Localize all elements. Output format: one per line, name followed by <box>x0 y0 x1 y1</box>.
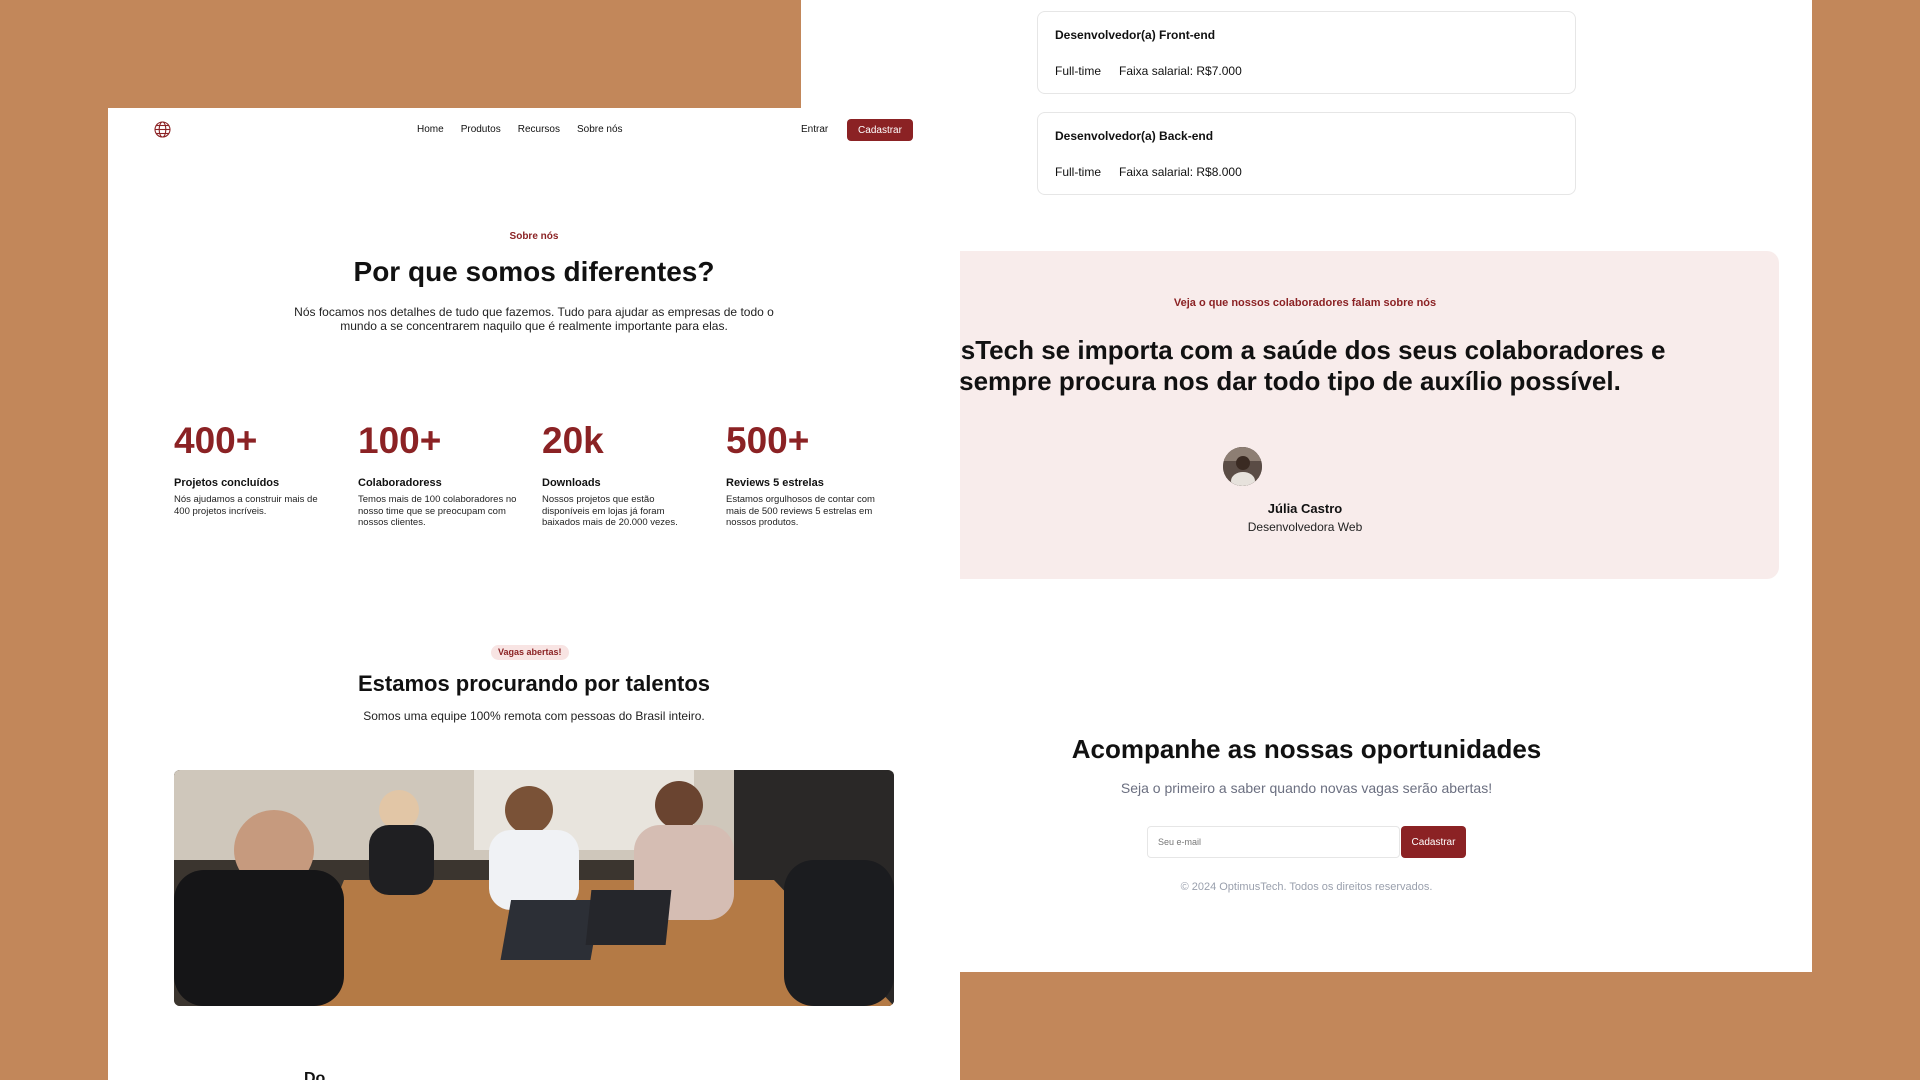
email-field[interactable] <box>1147 826 1400 858</box>
talent-title: Estamos procurando por talentos <box>357 671 711 696</box>
globe-icon[interactable] <box>154 121 171 138</box>
testimonial-role: Desenvolvedora Web <box>1247 520 1363 534</box>
page-screenshot-left: Home Produtos Recursos Sobre nós Entrar … <box>108 108 960 1080</box>
stat-desc: Estamos orgulhosos de contar com mais de… <box>726 494 875 528</box>
stat-reviews: 500+ Reviews 5 estrelas Estamos orgulhos… <box>726 421 886 529</box>
stat-number: 100+ <box>358 420 442 461</box>
talent-subtitle: Somos uma equipe 100% remota com pessoas… <box>363 709 705 723</box>
nav-home[interactable]: Home <box>417 124 444 135</box>
testimonial-name: Júlia Castro <box>1267 501 1343 516</box>
stat-downloads: 20k Downloads Nossos projetos que estão … <box>542 421 702 529</box>
login-link[interactable]: Entrar <box>801 124 828 135</box>
testimonial-section: Veja o que nossos colaboradores falam so… <box>831 251 1779 579</box>
nav-sobre-nos[interactable]: Sobre nós <box>577 124 623 135</box>
job-title: Desenvolvedor(a) Front-end <box>1055 28 1216 42</box>
stat-projects: 400+ Projetos concluídos Nós ajudamos a … <box>174 421 334 517</box>
about-lead: Nós focamos nos detalhes de tudo que faz… <box>294 305 774 333</box>
stat-label: Projetos concluídos <box>174 477 280 489</box>
stat-label: Reviews 5 estrelas <box>726 477 824 489</box>
job-card-back-end[interactable]: Desenvolvedor(a) Back-end Full-time Faix… <box>1037 112 1576 195</box>
stat-label: Colaboradoress <box>358 477 442 489</box>
section-kicker: Sobre nós <box>509 231 559 242</box>
stat-desc: Nossos projetos que estão disponíveis em… <box>542 494 678 528</box>
job-type: Full-time <box>1055 165 1102 179</box>
nav-produtos[interactable]: Produtos <box>461 124 501 135</box>
next-section-heading: Do... <box>304 1070 339 1080</box>
signup-button[interactable]: Cadastrar <box>847 119 913 141</box>
testimonial-kicker: Veja o que nossos colaboradores falam so… <box>1173 297 1437 309</box>
stat-collaborators: 100+ Colaboradoress Temos mais de 100 co… <box>358 421 518 529</box>
stat-number: 500+ <box>726 420 810 461</box>
stat-label: Downloads <box>542 477 601 489</box>
stat-number: 20k <box>542 420 604 461</box>
job-title: Desenvolvedor(a) Back-end <box>1055 129 1214 143</box>
job-card-front-end[interactable]: Desenvolvedor(a) Front-end Full-time Fai… <box>1037 11 1576 94</box>
page-title: Por que somos diferentes? <box>353 256 715 287</box>
stat-number: 400+ <box>174 420 258 461</box>
job-salary: Faixa salarial: R$8.000 <box>1119 165 1242 179</box>
nav-recursos[interactable]: Recursos <box>518 124 560 135</box>
stat-desc: Temos mais de 100 colaboradores no nosso… <box>358 494 517 528</box>
team-photo <box>174 770 894 1006</box>
status-badge: Vagas abertas! <box>491 645 569 660</box>
newsletter-signup-button[interactable]: Cadastrar <box>1401 826 1466 858</box>
job-salary: Faixa salarial: R$7.000 <box>1119 64 1242 78</box>
stat-desc: Nós ajudamos a construir mais de 400 pro… <box>174 494 318 517</box>
avatar <box>1223 447 1262 486</box>
job-type: Full-time <box>1055 64 1102 78</box>
main-nav: Home Produtos Recursos Sobre nós <box>417 124 623 135</box>
